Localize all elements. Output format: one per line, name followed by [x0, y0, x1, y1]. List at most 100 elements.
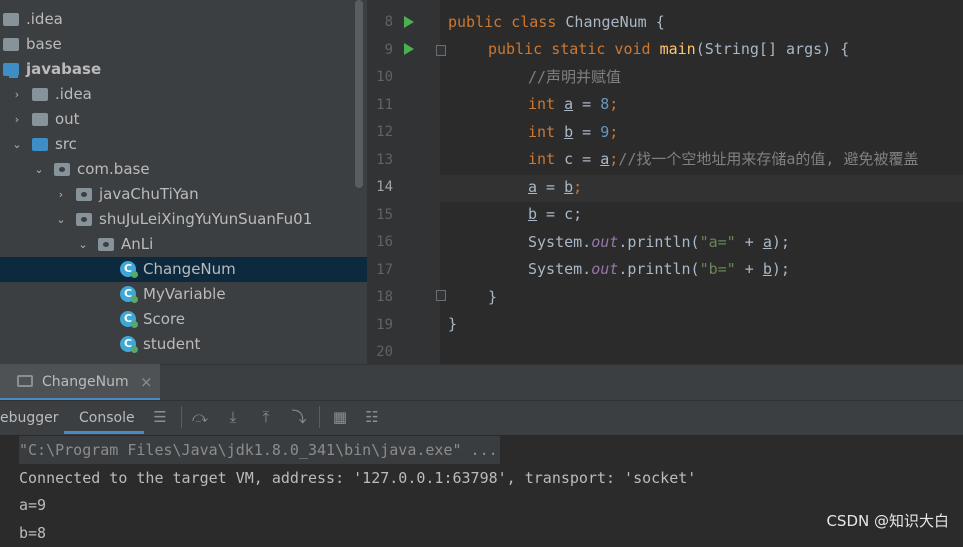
- folder-icon: [3, 13, 19, 26]
- code-text: .println(: [618, 233, 700, 251]
- semicolon: ;: [609, 123, 619, 141]
- line-number: 10: [376, 69, 393, 85]
- tree-item--idea[interactable]: .idea: [0, 7, 367, 32]
- console-line: Connected to the target VM, address: '12…: [19, 469, 697, 487]
- project-tree: .idea base javabase › .idea › out ⌄ src ⌄ com.base…: [0, 0, 367, 364]
- fold-marker-icon[interactable]: [436, 290, 446, 301]
- chevron-right-icon[interactable]: ›: [54, 182, 68, 207]
- menu-icon[interactable]: ☰: [152, 409, 168, 425]
- source-folder-icon: [32, 138, 48, 151]
- line-number: 17: [376, 261, 393, 278]
- watermark: CSDN @知识大白: [826, 512, 949, 530]
- code-line-12: int b = 9;: [528, 119, 618, 146]
- tree-item-javabase[interactable]: javabase: [0, 57, 367, 82]
- string-literal: "a=": [699, 233, 736, 251]
- run-config-icon: [17, 375, 33, 387]
- tree-item-label: .idea: [26, 10, 63, 28]
- code-line-9: public static void main(String[] args) {: [488, 36, 849, 63]
- folder-icon: [32, 88, 48, 101]
- line-number: 14: [376, 179, 393, 195]
- tree-item-label: .idea: [55, 85, 92, 103]
- semicolon: ;: [573, 178, 583, 196]
- tree-item-score[interactable]: C Score: [0, 307, 367, 332]
- keyword: int: [528, 150, 565, 168]
- comment: //声明并赋值: [528, 68, 622, 86]
- chevron-down-icon[interactable]: ⌄: [10, 132, 24, 157]
- code-text: c =: [564, 150, 601, 168]
- close-icon[interactable]: ×: [140, 364, 153, 400]
- evaluate-expression-icon[interactable]: ▦: [332, 409, 348, 425]
- variable: b: [564, 123, 574, 141]
- tree-item-shujuleixingyuyunsuanfu01[interactable]: ⌄ shuJuLeiXingYuYunSuanFu01: [0, 207, 367, 232]
- run-to-cursor-icon[interactable]: ⤵: [291, 409, 307, 425]
- toolbar-separator: [319, 406, 320, 428]
- tree-item-label: MyVariable: [143, 285, 226, 303]
- line-number: 18: [376, 289, 393, 305]
- run-class-icon[interactable]: [404, 16, 414, 28]
- static-field: out: [591, 233, 619, 251]
- trace-icon[interactable]: ☷: [364, 409, 380, 425]
- code-line-14: a = b;: [528, 174, 582, 201]
- tree-scrollbar[interactable]: [355, 0, 363, 188]
- code-text: System.: [528, 233, 592, 251]
- tree-item-label: student: [143, 335, 201, 353]
- code-text: ChangeNum {: [565, 13, 665, 31]
- tree-item-label: base: [26, 35, 62, 53]
- variable: a: [564, 95, 574, 113]
- static-field: out: [591, 260, 619, 278]
- code-text: }: [488, 288, 498, 306]
- package-icon: [76, 213, 92, 226]
- chevron-down-icon[interactable]: ⌄: [32, 157, 46, 182]
- semicolon: ;: [609, 95, 619, 113]
- tree-item-anli[interactable]: ⌄ AnLi: [0, 232, 367, 257]
- code-text: }: [448, 315, 458, 333]
- line-number: 16: [376, 234, 393, 250]
- tree-item-label: src: [55, 135, 77, 153]
- line-number: 13: [376, 151, 393, 168]
- tab-console[interactable]: Console: [79, 401, 135, 435]
- tree-item-label: out: [55, 110, 80, 128]
- variable: b: [528, 205, 538, 223]
- step-into-icon[interactable]: ⤓: [225, 409, 241, 425]
- tree-item-base[interactable]: base: [0, 32, 367, 57]
- operator: =: [537, 178, 565, 196]
- tab-debugger[interactable]: ebugger: [0, 401, 59, 435]
- line-number: 11: [376, 96, 393, 113]
- code-line-18: }: [488, 284, 497, 311]
- line-number: 12: [376, 124, 393, 140]
- current-line-highlight: [440, 175, 963, 202]
- tree-item-changenum[interactable]: C ChangeNum: [0, 257, 367, 282]
- chevron-right-icon[interactable]: ›: [10, 82, 24, 107]
- tree-item-label: ChangeNum: [143, 260, 236, 278]
- code-text: .println(: [618, 260, 700, 278]
- tree-item-student[interactable]: Cstudent: [0, 332, 367, 357]
- console-line-command: "C:\Program Files\Java\jdk1.8.0_341\bin\…: [19, 436, 500, 464]
- code-line-8: public class ChangeNum {: [448, 9, 665, 36]
- run-tab[interactable]: ChangeNum ×: [0, 364, 160, 400]
- operator: +: [735, 233, 763, 251]
- variable: a: [600, 150, 610, 168]
- console-line: a=9: [19, 496, 47, 514]
- fold-marker-icon[interactable]: [436, 45, 446, 56]
- step-over-icon[interactable]: ⤼: [192, 409, 208, 425]
- run-main-icon[interactable]: [404, 43, 414, 55]
- chevron-right-icon[interactable]: ›: [10, 107, 24, 132]
- chevron-down-icon[interactable]: ⌄: [54, 207, 68, 232]
- tree-item-javachutiyan[interactable]: › javaChuTiYan: [0, 182, 367, 207]
- tree-item-myvariable[interactable]: C MyVariable: [0, 282, 367, 307]
- keyword: public class: [448, 13, 566, 31]
- tree-item-src[interactable]: ⌄ src: [0, 132, 367, 157]
- tree-item--idea[interactable]: › .idea: [0, 82, 367, 107]
- code-line-19: }: [448, 311, 457, 338]
- code-line-10: //声明并赋值: [528, 64, 621, 91]
- tree-item-label: shuJuLeiXingYuYunSuanFu01: [99, 210, 313, 228]
- code-line-16: System.out.println("a=" + a);: [528, 229, 790, 256]
- tree-item-com-base[interactable]: ⌄ com.base: [0, 157, 367, 182]
- semicolon: ;: [609, 150, 619, 168]
- tree-item-out[interactable]: › out: [0, 107, 367, 132]
- number-literal: 9: [600, 123, 610, 141]
- package-icon: [54, 163, 70, 176]
- toolbar-separator: [181, 406, 182, 428]
- step-out-icon[interactable]: ⤒: [258, 409, 274, 425]
- chevron-down-icon[interactable]: ⌄: [76, 232, 90, 257]
